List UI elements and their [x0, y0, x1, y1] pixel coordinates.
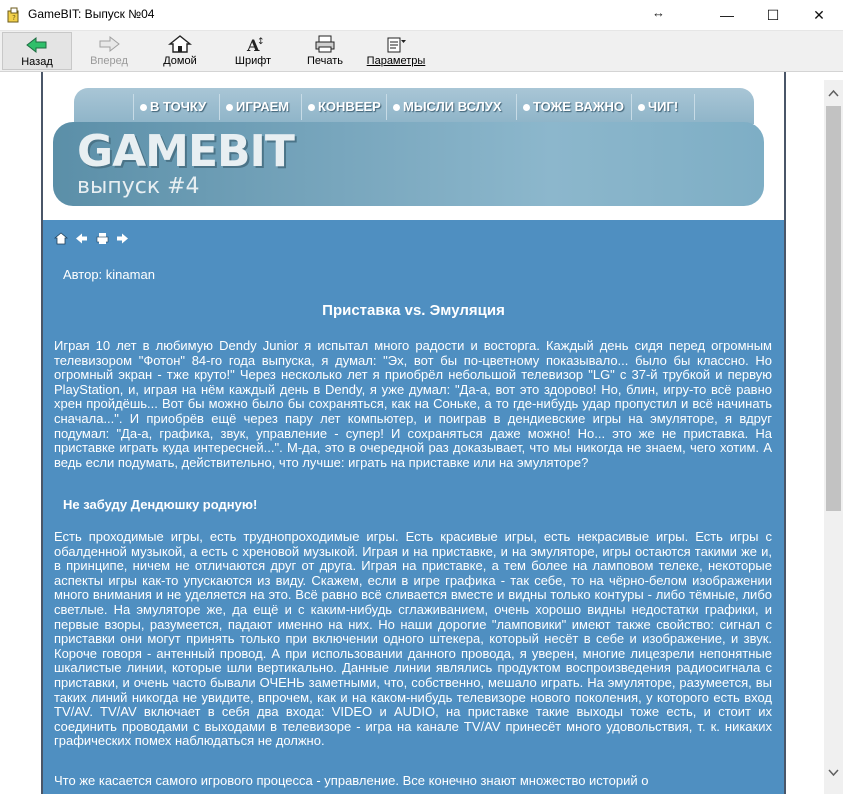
- bullet-icon: [308, 104, 315, 112]
- home-icon[interactable]: [53, 232, 69, 250]
- forward-arrow-icon[interactable]: [116, 232, 129, 250]
- params-button[interactable]: Параметры: [360, 32, 432, 70]
- home-icon: [168, 35, 192, 53]
- article-author: Автор: kinaman: [63, 267, 155, 282]
- font-label: Шрифт: [234, 55, 272, 67]
- page-frame-right: [784, 72, 786, 794]
- home-label: Домой: [163, 55, 197, 67]
- page-nav-icons: [53, 232, 132, 246]
- printer-icon[interactable]: [96, 232, 109, 250]
- back-button[interactable]: Назад: [2, 32, 72, 70]
- nav-item-konveer[interactable]: КОНВЕЕР: [301, 94, 386, 120]
- back-arrow-icon: [26, 36, 47, 54]
- bullet-icon: [226, 104, 233, 112]
- header-banner: GAMEBIT выпуск #4: [53, 122, 764, 206]
- toolbar: Назад Вперед Домой A ↕ Шрифт Печать Пара…: [0, 31, 843, 72]
- article-subheading: Не забуду Дендюшку родную!: [63, 497, 258, 512]
- settings-icon: [387, 37, 406, 53]
- scroll-up-icon[interactable]: [824, 84, 843, 104]
- maximize-button[interactable]: ☐: [750, 0, 796, 30]
- forward-arrow-icon: [99, 35, 120, 53]
- site-logo: GAMEBIT: [77, 126, 295, 177]
- article-paragraph: Играя 10 лет в любимую Dendy Junior я ис…: [54, 338, 772, 470]
- back-arrow-icon[interactable]: [75, 232, 88, 250]
- bullet-icon: [140, 104, 147, 112]
- minimize-button[interactable]: —: [704, 0, 750, 30]
- nav-item-igraem[interactable]: ИГРАЕМ: [219, 94, 301, 120]
- svg-text:?: ?: [12, 14, 16, 22]
- svg-text:↕: ↕: [257, 37, 265, 47]
- app-icon: ?: [7, 7, 19, 23]
- font-button[interactable]: A ↕ Шрифт: [216, 32, 290, 70]
- title-bar: ? GameBIT: Выпуск №04 ↔ — ☐ ✕: [0, 0, 843, 31]
- article-title: Приставка vs. Эмуляция: [322, 302, 505, 319]
- font-icon: A ↕: [246, 36, 265, 54]
- nav-item-tozhe-vazhno[interactable]: ТОЖЕ ВАЖНО: [516, 94, 631, 120]
- scroll-thumb[interactable]: [826, 106, 841, 511]
- article-paragraph: Что же касается самого игрового процесса…: [54, 773, 649, 788]
- article-paragraph: Есть проходимые игры, есть труднопроходи…: [54, 529, 772, 749]
- document-viewport[interactable]: В ТОЧКУ ИГРАЕМ КОНВЕЕР МЫСЛИ ВСЛУХ ТОЖЕ …: [0, 72, 843, 794]
- home-button[interactable]: Домой: [145, 32, 215, 70]
- bullet-icon: [638, 104, 645, 112]
- page: В ТОЧКУ ИГРАЕМ КОНВЕЕР МЫСЛИ ВСЛУХ ТОЖЕ …: [43, 72, 784, 794]
- forward-button[interactable]: Вперед: [74, 32, 144, 70]
- scroll-down-icon[interactable]: [824, 762, 843, 782]
- resize-icon: ↔: [652, 5, 665, 20]
- nav-bar: В ТОЧКУ ИГРАЕМ КОНВЕЕР МЫСЛИ ВСЛУХ ТОЖЕ …: [74, 88, 754, 124]
- forward-label: Вперед: [90, 55, 128, 67]
- nav-divider: [694, 94, 695, 120]
- nav-item-mysli-vsluh[interactable]: МЫСЛИ ВСЛУХ: [386, 94, 516, 120]
- article-panel: Автор: kinaman Приставка vs. Эмуляция Иг…: [43, 220, 784, 794]
- issue-number: выпуск #4: [77, 174, 200, 199]
- back-label: Назад: [21, 56, 53, 68]
- bullet-icon: [523, 104, 530, 112]
- bullet-icon: [393, 104, 400, 112]
- vertical-scrollbar[interactable]: [824, 80, 843, 794]
- printer-icon: [315, 35, 335, 53]
- print-label: Печать: [306, 55, 344, 67]
- nav-item-v-tochku[interactable]: В ТОЧКУ: [133, 94, 219, 120]
- print-button[interactable]: Печать: [290, 32, 360, 70]
- params-label: Параметры: [366, 55, 426, 67]
- nav-item-chig[interactable]: ЧИГ!: [631, 94, 694, 120]
- close-button[interactable]: ✕: [796, 0, 842, 30]
- window-title: GameBIT: Выпуск №04: [28, 7, 155, 21]
